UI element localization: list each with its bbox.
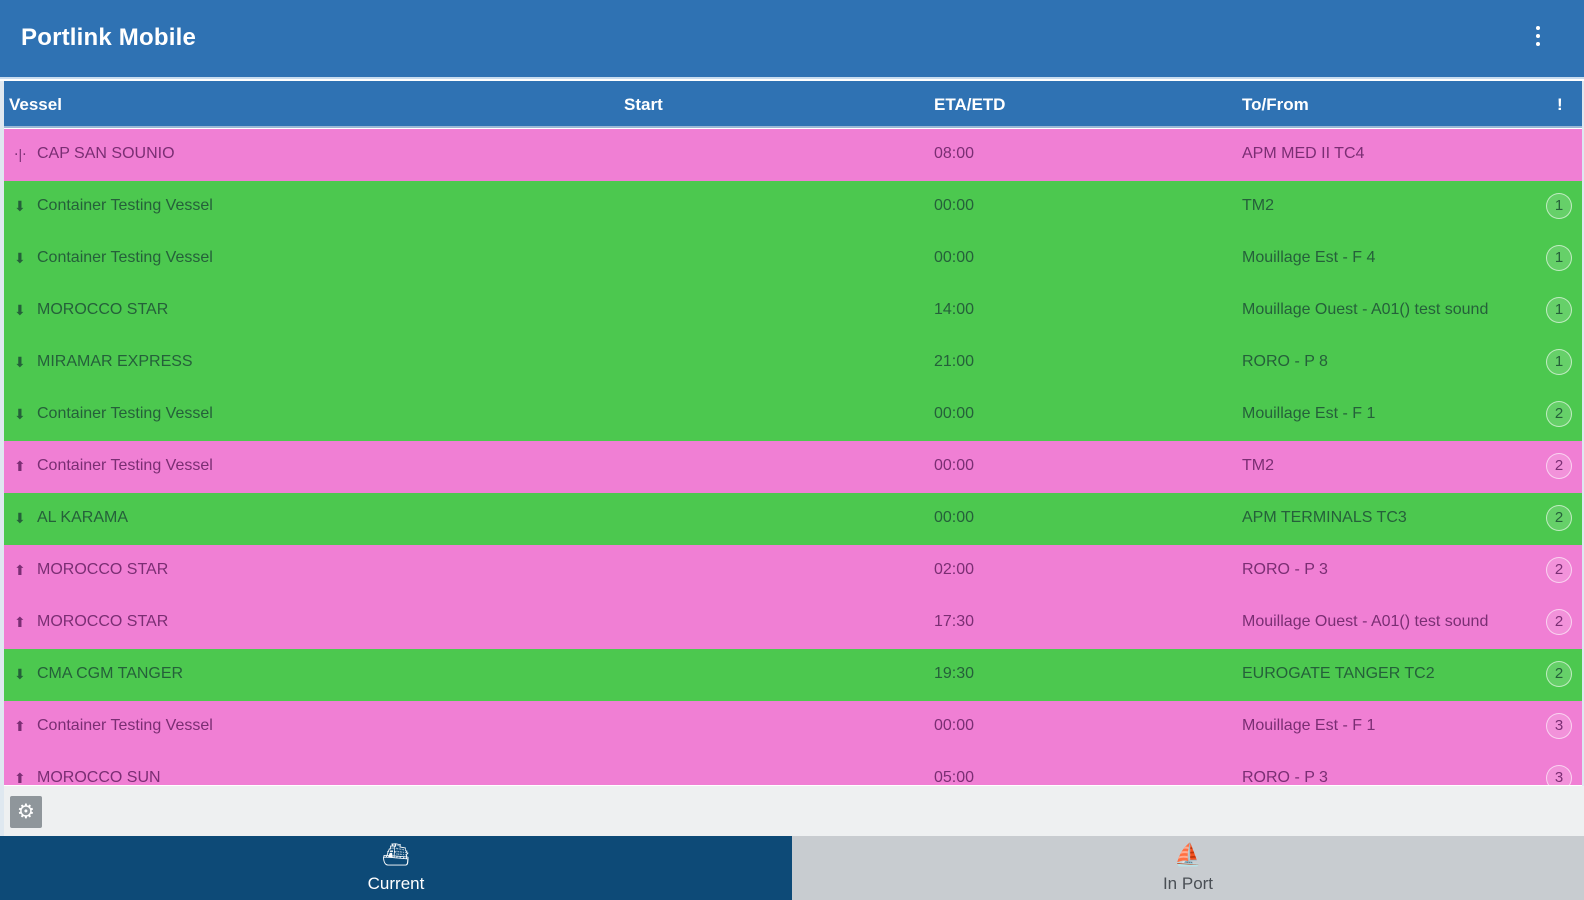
eta-etd: 14:00: [934, 301, 975, 318]
arrival-icon: ⬇: [14, 354, 26, 370]
shift-icon: ⋅|⋅: [14, 146, 27, 162]
bottom-toolbar: ⚙: [0, 786, 1584, 836]
vessel-name: Container Testing Vessel: [37, 405, 213, 422]
table-row[interactable]: ⬇ Container Testing Vessel 00:00 TM2 1: [4, 181, 1582, 233]
table-row[interactable]: ⬆ MOROCCO STAR 02:00 RORO - P 3 2: [4, 545, 1582, 597]
tab-in-port[interactable]: ⛵ In Port: [792, 836, 1584, 900]
departure-icon: ⬆: [14, 614, 26, 630]
to-from: TM2: [1242, 197, 1274, 214]
count-badge: 2: [1546, 557, 1572, 583]
to-from: EUROGATE TANGER TC2: [1242, 665, 1435, 682]
to-from: Mouillage Est - F 1: [1242, 405, 1376, 422]
arrival-icon: ⬇: [14, 666, 26, 682]
vessel-name: CAP SAN SOUNIO: [37, 145, 175, 162]
movement-list: ⋅|⋅ CAP SAN SOUNIO 08:00 APM MED II TC4 ⬇ Co…: [4, 129, 1582, 785]
count-badge: 2: [1546, 609, 1572, 635]
app-title: Portlink Mobile: [21, 24, 197, 51]
bottom-navigation: ⛴ Current ⛵ In Port: [0, 836, 1584, 900]
departure-icon: ⬆: [14, 458, 26, 474]
to-from: Mouillage Ouest - A01() test sound: [1242, 301, 1489, 318]
to-from: Mouillage Ouest - A01() test sound: [1242, 613, 1489, 630]
table-row[interactable]: ⬇ MOROCCO STAR 14:00 Mouillage Ouest - A01(…: [4, 285, 1582, 337]
eta-etd: 00:00: [934, 405, 975, 422]
table-row[interactable]: ⬆ Container Testing Vessel 00:00 TM2 2: [4, 441, 1582, 493]
sailboat-icon: ⛵: [1174, 842, 1202, 867]
eta-etd: 21:00: [934, 353, 975, 370]
arrival-icon: ⬇: [14, 198, 26, 214]
column-vessel[interactable]: Vessel: [9, 95, 62, 115]
vessel-name: Container Testing Vessel: [37, 457, 213, 474]
table-row[interactable]: ⬇ AL KARAMA 00:00 APM TERMINALS TC3 2: [4, 493, 1582, 545]
column-header: Vessel Start ETA/ETD To/From !: [4, 81, 1582, 128]
gear-icon[interactable]: ⚙: [10, 796, 42, 828]
to-from: RORO - P 3: [1242, 769, 1328, 785]
eta-etd: 05:00: [934, 769, 975, 785]
to-from: RORO - P 8: [1242, 353, 1328, 370]
eta-etd: 08:00: [934, 145, 975, 162]
column-alert[interactable]: !: [1557, 95, 1563, 115]
tab-current[interactable]: ⛴ Current: [0, 836, 792, 900]
eta-etd: 00:00: [934, 717, 975, 734]
departure-icon: ⬆: [14, 718, 26, 734]
column-eta-etd[interactable]: ETA/ETD: [934, 95, 1005, 115]
more-vert-icon[interactable]: [1532, 26, 1544, 54]
departure-icon: ⬆: [14, 770, 26, 785]
tab-current-label: Current: [367, 874, 425, 893]
count-badge: 3: [1546, 713, 1572, 739]
to-from: Mouillage Est - F 1: [1242, 717, 1376, 734]
to-from: APM MED II TC4: [1242, 145, 1365, 162]
vessel-name: Container Testing Vessel: [37, 197, 213, 214]
count-badge: 2: [1546, 401, 1572, 427]
column-start[interactable]: Start: [624, 95, 663, 115]
tab-in-port-label: In Port: [1162, 874, 1214, 893]
count-badge: 2: [1546, 661, 1572, 687]
ferry-icon: ⛴: [382, 842, 410, 867]
column-to-from[interactable]: To/From: [1242, 95, 1309, 115]
arrival-icon: ⬇: [14, 250, 26, 266]
to-from: Mouillage Est - F 4: [1242, 249, 1376, 266]
to-from: RORO - P 3: [1242, 561, 1328, 578]
vessel-name: Container Testing Vessel: [37, 249, 213, 266]
table-row[interactable]: ⬆ Container Testing Vessel 00:00 Mouillage …: [4, 701, 1582, 753]
eta-etd: 00:00: [934, 509, 975, 526]
vessel-name: Container Testing Vessel: [37, 717, 213, 734]
count-badge: 2: [1546, 505, 1572, 531]
vessel-name: MOROCCO SUN: [37, 769, 161, 785]
count-badge: 1: [1546, 193, 1572, 219]
table-row[interactable]: ⬇ MIRAMAR EXPRESS 21:00 RORO - P 8 1: [4, 337, 1582, 389]
arrival-icon: ⬇: [14, 302, 26, 318]
eta-etd: 00:00: [934, 197, 975, 214]
to-from: TM2: [1242, 457, 1274, 474]
vessel-name: MOROCCO STAR: [37, 613, 169, 630]
vessel-name: CMA CGM TANGER: [37, 665, 184, 682]
vessel-name: MOROCCO STAR: [37, 301, 169, 318]
count-badge: 2: [1546, 453, 1572, 479]
table-row[interactable]: ⬆ MOROCCO SUN 05:00 RORO - P 3 3: [4, 753, 1582, 785]
table-row[interactable]: ⬇ Container Testing Vessel 00:00 Mouillage …: [4, 389, 1582, 441]
eta-etd: 00:00: [934, 249, 975, 266]
to-from: APM TERMINALS TC3: [1242, 509, 1407, 526]
count-badge: 3: [1546, 765, 1572, 785]
departure-icon: ⬆: [14, 562, 26, 578]
vessel-name: MOROCCO STAR: [37, 561, 169, 578]
eta-etd: 19:30: [934, 665, 975, 682]
eta-etd: 00:00: [934, 457, 975, 474]
arrival-icon: ⬇: [14, 406, 26, 422]
count-badge: 1: [1546, 349, 1572, 375]
table-row[interactable]: ⬇ Container Testing Vessel 00:00 Mouillage …: [4, 233, 1582, 285]
eta-etd: 02:00: [934, 561, 975, 578]
app-bar: Portlink Mobile: [0, 0, 1584, 79]
count-badge: 1: [1546, 245, 1572, 271]
arrival-icon: ⬇: [14, 510, 26, 526]
eta-etd: 17:30: [934, 613, 975, 630]
count-badge: 1: [1546, 297, 1572, 323]
table-row[interactable]: ⬆ MOROCCO STAR 17:30 Mouillage Ouest - A01(…: [4, 597, 1582, 649]
table-row[interactable]: ⋅|⋅ CAP SAN SOUNIO 08:00 APM MED II TC4: [4, 129, 1582, 181]
table-row[interactable]: ⬇ CMA CGM TANGER 19:30 EUROGATE TANGER TC2 2: [4, 649, 1582, 701]
vessel-name: MIRAMAR EXPRESS: [37, 353, 193, 370]
vessel-name: AL KARAMA: [37, 509, 128, 526]
